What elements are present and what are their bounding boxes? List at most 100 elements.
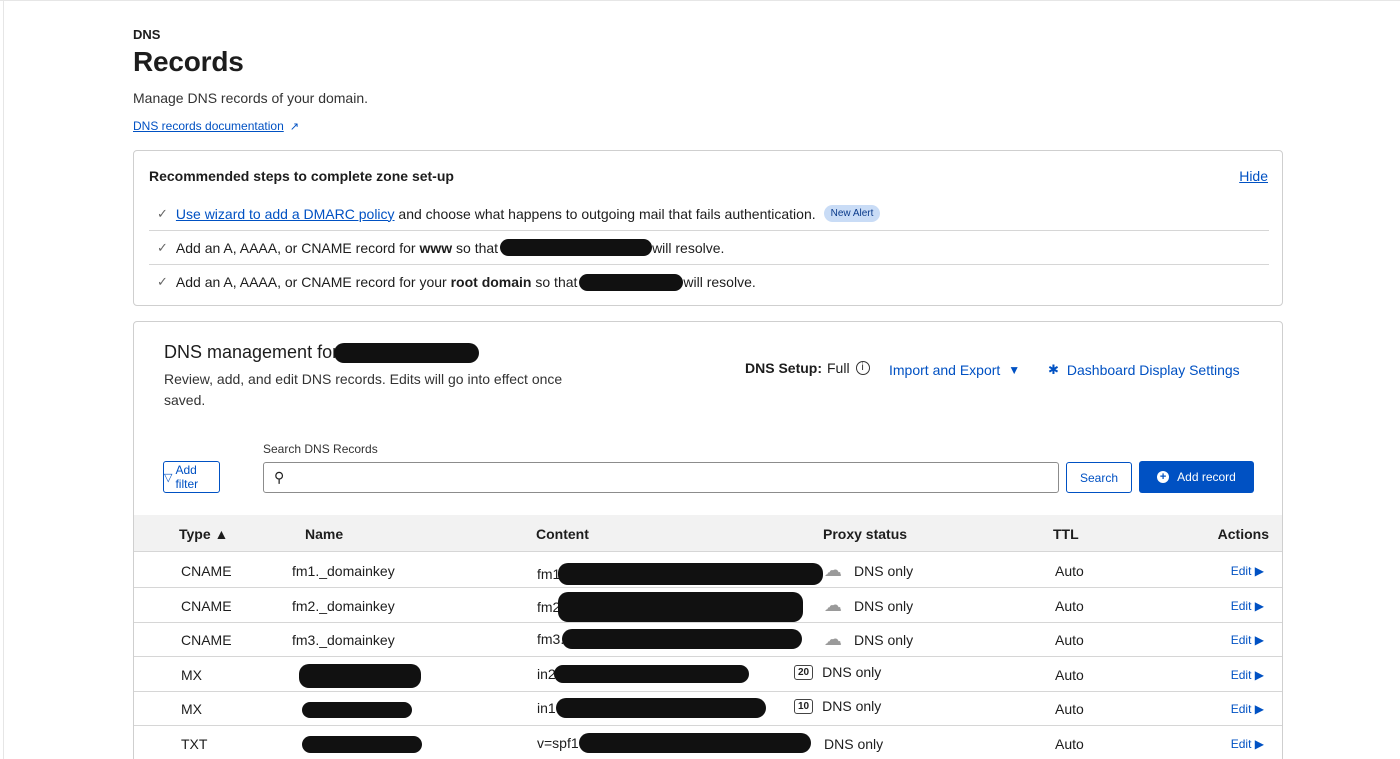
redacted-content <box>562 629 803 649</box>
management-title: DNS management for <box>164 342 480 363</box>
dashboard-settings-label[interactable]: Dashboard Display Settings <box>1067 362 1240 378</box>
management-description: Review, add, and edit DNS records. Edits… <box>164 371 563 408</box>
record-content-text: in1 <box>537 700 556 716</box>
setup-label: DNS Setup: <box>745 360 822 376</box>
redacted-content <box>558 563 824 585</box>
edit-label[interactable]: Edit <box>1231 737 1252 751</box>
edit-label[interactable]: Edit <box>1231 599 1252 613</box>
col-actions: Actions <box>1217 526 1269 542</box>
redacted-name <box>302 736 422 753</box>
setup-value: Full <box>827 360 850 376</box>
record-ttl: Auto <box>1055 598 1084 614</box>
table-row: MX in1 10 DNS only Auto Edit ▶ <box>134 691 1282 726</box>
record-content-text: fm2 <box>537 599 561 615</box>
col-type[interactable]: Type ▲ <box>179 526 228 542</box>
search-input[interactable] <box>290 469 1058 486</box>
dns-management-card: DNS management for Review, add, and edit… <box>133 321 1283 759</box>
proxy-status: ☁ DNS only <box>824 629 913 650</box>
import-export-dropdown[interactable]: Import and Export ▼ <box>889 362 1020 378</box>
record-ttl: Auto <box>1055 632 1084 648</box>
record-ttl: Auto <box>1055 667 1084 683</box>
recommended-title: Recommended steps to complete zone set-u… <box>149 168 454 184</box>
record-content: fm3. <box>537 629 803 649</box>
record-type: TXT <box>181 736 208 752</box>
record-content: fm1 <box>537 563 824 585</box>
table-row: CNAME fm2._domainkey fm2 ☁ DNS only Auto… <box>134 588 1282 623</box>
recommended-item-dmarc: ✓ Use wizard to add a DMARC policy and c… <box>149 197 1269 231</box>
mx-priority: 10 <box>794 698 814 714</box>
redacted-name <box>302 702 412 718</box>
import-export-label[interactable]: Import and Export <box>889 362 1000 378</box>
edit-button[interactable]: Edit ▶ <box>1231 668 1264 682</box>
new-alert-badge: New Alert <box>823 205 881 222</box>
record-type: CNAME <box>181 632 232 648</box>
proxy-status-text: DNS only <box>822 664 882 680</box>
mx-priority: 20 <box>794 664 814 680</box>
check-icon: ✓ <box>157 205 168 221</box>
edit-button[interactable]: Edit ▶ <box>1231 633 1264 647</box>
edit-button[interactable]: Edit ▶ <box>1231 737 1264 751</box>
docs-link-label[interactable]: DNS records documentation <box>133 119 284 133</box>
external-link-icon: ↗ <box>289 121 299 133</box>
proxy-status: ☁ DNS only <box>824 560 913 581</box>
recommended-steps-card: Recommended steps to complete zone set-u… <box>133 150 1283 306</box>
edit-label[interactable]: Edit <box>1231 564 1252 578</box>
page-eyebrow: DNS <box>133 27 161 42</box>
record-content: v=spf1 <box>537 733 811 753</box>
record-name: fm3._domainkey <box>292 632 395 648</box>
add-filter-label[interactable]: Add filter <box>175 463 219 491</box>
redacted-domain <box>334 342 480 363</box>
page-subtitle: Manage DNS records of your domain. <box>133 90 368 106</box>
management-title-text: DNS management for <box>164 342 339 362</box>
info-icon[interactable]: i <box>855 361 870 375</box>
record-content-text: v=spf1 <box>537 735 579 751</box>
edit-button[interactable]: Edit ▶ <box>1231 564 1264 578</box>
record-ttl: Auto <box>1055 736 1084 752</box>
filter-icon: ▽ <box>164 471 173 484</box>
search-icon: ⚲ <box>274 469 285 485</box>
table-row: MX in2 20 DNS only Auto Edit ▶ <box>134 657 1282 692</box>
add-record-button[interactable]: + Add record <box>1139 461 1254 493</box>
cloud-icon: ☁ <box>824 595 842 615</box>
redacted-content <box>553 665 749 683</box>
dashboard-display-settings[interactable]: ✱ Dashboard Display Settings <box>1048 362 1240 378</box>
cloud-icon: ☁ <box>824 629 842 649</box>
edit-button[interactable]: Edit ▶ <box>1231 702 1264 716</box>
add-record-label[interactable]: Add record <box>1177 470 1236 484</box>
table-header: Type ▲ Name Content Proxy status TTL Act… <box>134 515 1282 552</box>
docs-link[interactable]: DNS records documentation ↗ <box>133 119 299 133</box>
proxy-status: 20 DNS only <box>794 664 881 680</box>
record-name: fm2._domainkey <box>292 598 395 614</box>
col-proxy-status: Proxy status <box>823 526 908 542</box>
col-content: Content <box>536 526 589 542</box>
edit-label[interactable]: Edit <box>1231 633 1252 647</box>
record-content-text: fm1 <box>537 566 561 582</box>
proxy-status-text: DNS only <box>822 698 882 714</box>
recommended-item-bold: root domain <box>450 274 532 290</box>
check-icon: ✓ <box>157 239 168 255</box>
hide-link[interactable]: Hide <box>1239 168 1268 184</box>
edit-button[interactable]: Edit ▶ <box>1231 599 1264 613</box>
recommended-item-bold: www <box>419 239 453 256</box>
redacted-domain <box>500 239 653 256</box>
recommended-item-middle: so that <box>531 274 578 290</box>
recommended-item-suffix: will resolve. <box>683 274 756 290</box>
record-content: in1 <box>537 698 766 718</box>
proxy-status: 10 DNS only <box>794 698 881 714</box>
record-type: CNAME <box>181 598 232 614</box>
record-content: in2 <box>537 665 749 683</box>
table-row: CNAME fm3._domainkey fm3. ☁ DNS only Aut… <box>134 622 1282 657</box>
proxy-status-text: DNS only <box>824 736 884 752</box>
edit-label[interactable]: Edit <box>1231 702 1252 716</box>
search-field[interactable]: ⚲ <box>263 462 1059 493</box>
proxy-status-text: DNS only <box>854 562 914 579</box>
dmarc-wizard-link[interactable]: Use wizard to add a DMARC policy <box>176 206 395 222</box>
add-filter-button[interactable]: ▽ Add filter <box>163 461 220 493</box>
recommended-item-root: ✓ Add an A, AAAA, or CNAME record for yo… <box>149 265 1269 299</box>
left-border <box>0 0 4 759</box>
search-button[interactable]: Search <box>1066 462 1132 493</box>
record-content-text: in2 <box>537 666 556 682</box>
edit-label[interactable]: Edit <box>1231 668 1252 682</box>
redacted-content <box>558 592 804 622</box>
record-type: MX <box>181 667 202 683</box>
